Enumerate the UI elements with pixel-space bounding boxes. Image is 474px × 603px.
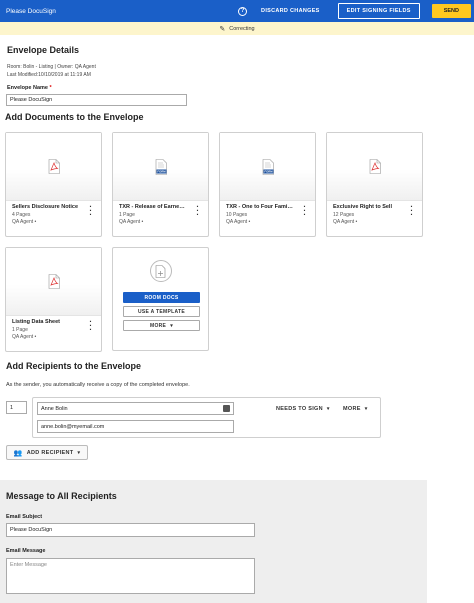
document-card[interactable]: Exclusive Right to Sell 12 Pages QA Agen…	[326, 132, 423, 237]
add-document-card: ROOM DOCS USE A TEMPLATE MORE ▾	[112, 247, 209, 351]
document-name: Listing Data Sheet	[12, 319, 60, 325]
kebab-menu-icon[interactable]: · · ·	[89, 318, 92, 334]
recipients-note: As the sender, you automatically receive…	[6, 382, 190, 388]
recipient-role-dropdown[interactable]: NEEDS TO SIGN ▾	[276, 406, 330, 412]
add-documents-heading: Add Documents to the Envelope	[5, 112, 144, 122]
chevron-down-icon: ▾	[326, 406, 330, 412]
recipient-email-input[interactable]: anne.bolin@myemail.com	[37, 420, 234, 433]
recipient-more-dropdown[interactable]: MORE ▾	[343, 406, 368, 412]
envelope-last-modified: Last Modified:10/10/2019 at 11:19 AM	[7, 71, 91, 78]
document-owner: QA Agent •	[226, 219, 251, 225]
pdf-icon	[48, 274, 60, 289]
discard-changes-button[interactable]: DISCARD CHANGES	[261, 8, 320, 14]
email-message-textarea[interactable]: Enter Message	[6, 558, 255, 594]
recipient-role-label: NEEDS TO SIGN	[276, 406, 323, 412]
pdf-icon	[369, 159, 381, 174]
add-recipient-button[interactable]: 👥 ADD RECIPIENT ▾	[6, 445, 88, 460]
window-title: Please DocuSign	[6, 7, 56, 15]
chevron-down-icon: ▾	[364, 406, 368, 412]
recipient-name-input[interactable]: Anne Bolin	[37, 402, 234, 415]
envelope-details-heading: Envelope Details	[7, 45, 80, 55]
status-bar: ✎ Correcting	[0, 22, 474, 35]
question-circle-icon[interactable]: ?	[238, 6, 248, 16]
use-template-button[interactable]: USE A TEMPLATE	[123, 306, 200, 317]
recipient-name: Anne Bolin	[41, 405, 68, 412]
room-docs-button[interactable]: ROOM DOCS	[123, 292, 200, 303]
email-message-label: Email Message	[6, 548, 46, 554]
email-subject-input[interactable]: Please DocuSign	[6, 523, 255, 537]
more-documents-button[interactable]: MORE ▾	[123, 320, 200, 331]
kebab-menu-icon[interactable]: · · ·	[196, 203, 199, 219]
document-thumbnail	[6, 248, 101, 316]
form-icon-text: FORM	[157, 169, 166, 173]
document-thumbnail: FORM	[113, 133, 208, 201]
document-name: TXR - Release of Earne…	[119, 204, 185, 210]
envelope-name-input[interactable]: Please DocuSign	[6, 94, 187, 106]
envelope-meta: Room: Bolin - Listing | Owner: QA Agent …	[7, 64, 96, 79]
message-panel: Message to All Recipients Email Subject …	[0, 480, 427, 603]
document-card[interactable]: FORM TXR - One to Four Fami… 10 Pages QA…	[219, 132, 316, 237]
form-icon-text: FORM	[264, 169, 273, 173]
document-owner: QA Agent •	[12, 219, 37, 225]
document-owner: QA Agent •	[12, 334, 37, 340]
kebab-menu-icon[interactable]: · · ·	[410, 203, 413, 219]
document-name: Sellers Disclosure Notice	[12, 204, 79, 210]
pdf-icon	[48, 159, 60, 174]
document-card[interactable]: FORM TXR - Release of Earne… 1 Page QA A…	[112, 132, 209, 237]
top-bar: Please DocuSign ? DISCARD CHANGES EDIT S…	[0, 0, 474, 22]
envelope-name-label: Envelope Name *	[7, 85, 52, 91]
pencil-icon: ✎	[219, 25, 226, 33]
document-name: Exclusive Right to Sell	[333, 204, 392, 210]
envelope-name-label-text: Envelope Name	[7, 85, 48, 91]
edit-signing-fields-button[interactable]: EDIT SIGNING FIELDS	[337, 3, 420, 19]
kebab-menu-icon[interactable]: · · ·	[303, 203, 306, 219]
routing-order-input[interactable]: 1	[6, 401, 27, 414]
more-documents-label: MORE	[149, 322, 167, 329]
chevron-down-icon: ▾	[77, 449, 81, 456]
add-recipients-heading: Add Recipients to the Envelope	[6, 361, 142, 371]
recipient-more-label: MORE	[343, 406, 361, 412]
send-button[interactable]: SEND	[431, 4, 471, 18]
document-pages: 1 Page	[119, 211, 135, 218]
document-card[interactable]: Listing Data Sheet 1 Page QA Agent • · · ·	[5, 247, 102, 352]
required-marker: *	[49, 85, 52, 91]
form-icon: FORM	[155, 158, 167, 175]
contact-card-icon[interactable]	[223, 405, 230, 412]
document-name: TXR - One to Four Fami…	[226, 204, 293, 210]
document-owner: QA Agent •	[119, 219, 144, 225]
envelope-room-owner: Room: Bolin - Listing | Owner: QA Agent	[7, 64, 96, 70]
message-heading: Message to All Recipients	[6, 491, 117, 501]
chevron-down-icon: ▾	[170, 322, 173, 329]
kebab-menu-icon[interactable]: · · ·	[89, 203, 92, 219]
email-subject-label: Email Subject	[6, 514, 43, 520]
document-thumbnail	[6, 133, 101, 201]
document-thumbnail: FORM	[220, 133, 315, 201]
document-thumbnail	[327, 133, 422, 201]
document-card[interactable]: Sellers Disclosure Notice 4 Pages QA Age…	[5, 132, 102, 237]
document-owner: QA Agent •	[333, 219, 358, 225]
status-text: Correcting	[229, 25, 255, 32]
add-person-icon: 👥	[13, 449, 23, 457]
document-pages: 1 Page	[12, 326, 28, 333]
add-recipient-label: ADD RECIPIENT	[26, 449, 74, 456]
recipient-card: Anne Bolin anne.bolin@myemail.com NEEDS …	[32, 397, 381, 438]
document-pages: 10 Pages	[226, 211, 248, 218]
document-pages: 4 Pages	[12, 211, 31, 218]
document-pages: 12 Pages	[333, 211, 355, 218]
add-document-icon[interactable]	[150, 260, 172, 282]
form-icon: FORM	[262, 158, 274, 175]
